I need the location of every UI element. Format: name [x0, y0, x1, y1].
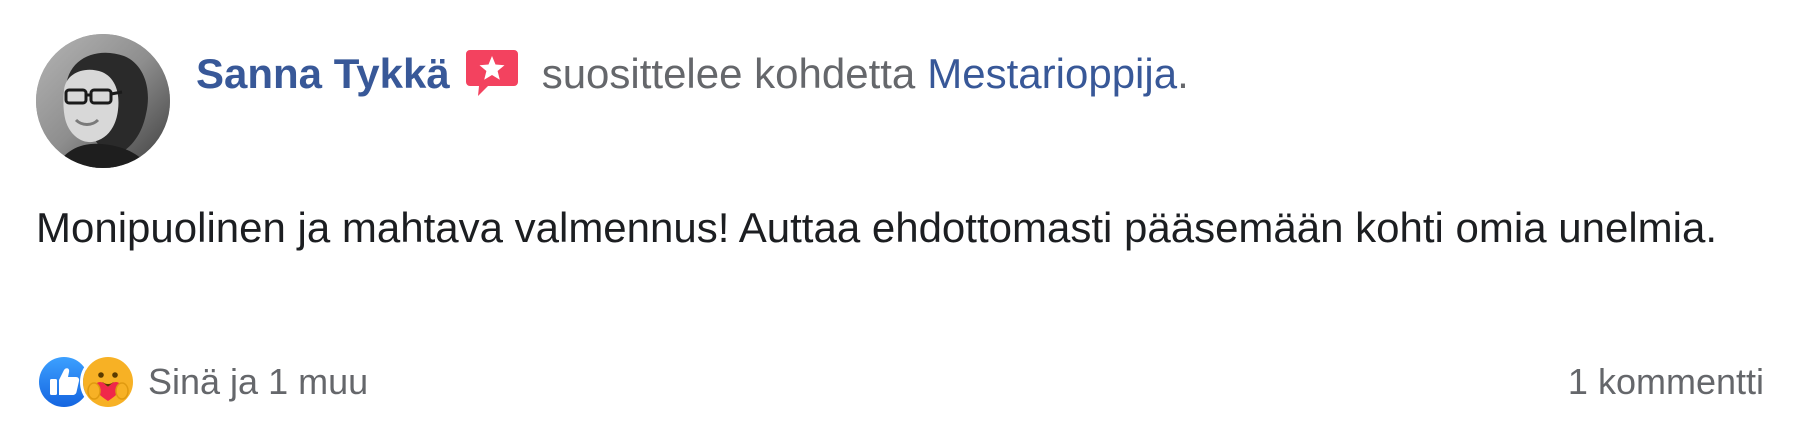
reactions-count-text: Sinä ja 1 muu	[148, 361, 369, 402]
recommendation-post: Sanna Tykkä suosittelee kohdetta Mestari…	[0, 0, 1800, 443]
recommendation-verb: suosittelee kohdetta	[541, 50, 916, 97]
comments-count-link[interactable]: 1 kommentti	[1568, 356, 1764, 408]
author-avatar[interactable]	[36, 34, 170, 168]
avatar-photo	[36, 34, 170, 168]
reactions-summary[interactable]: Sinä ja 1 muu	[36, 354, 369, 410]
page-name-link[interactable]: Mestarioppija	[927, 50, 1177, 98]
recommendation-icon	[464, 44, 520, 100]
care-icon	[80, 354, 136, 410]
post-header: Sanna Tykkä suosittelee kohdetta Mestari…	[196, 44, 1189, 104]
post-body-text: Monipuolinen ja mahtava valmennus! Autta…	[36, 204, 1718, 251]
author-name-link[interactable]: Sanna Tykkä	[196, 50, 450, 98]
header-period: .	[1177, 50, 1189, 97]
